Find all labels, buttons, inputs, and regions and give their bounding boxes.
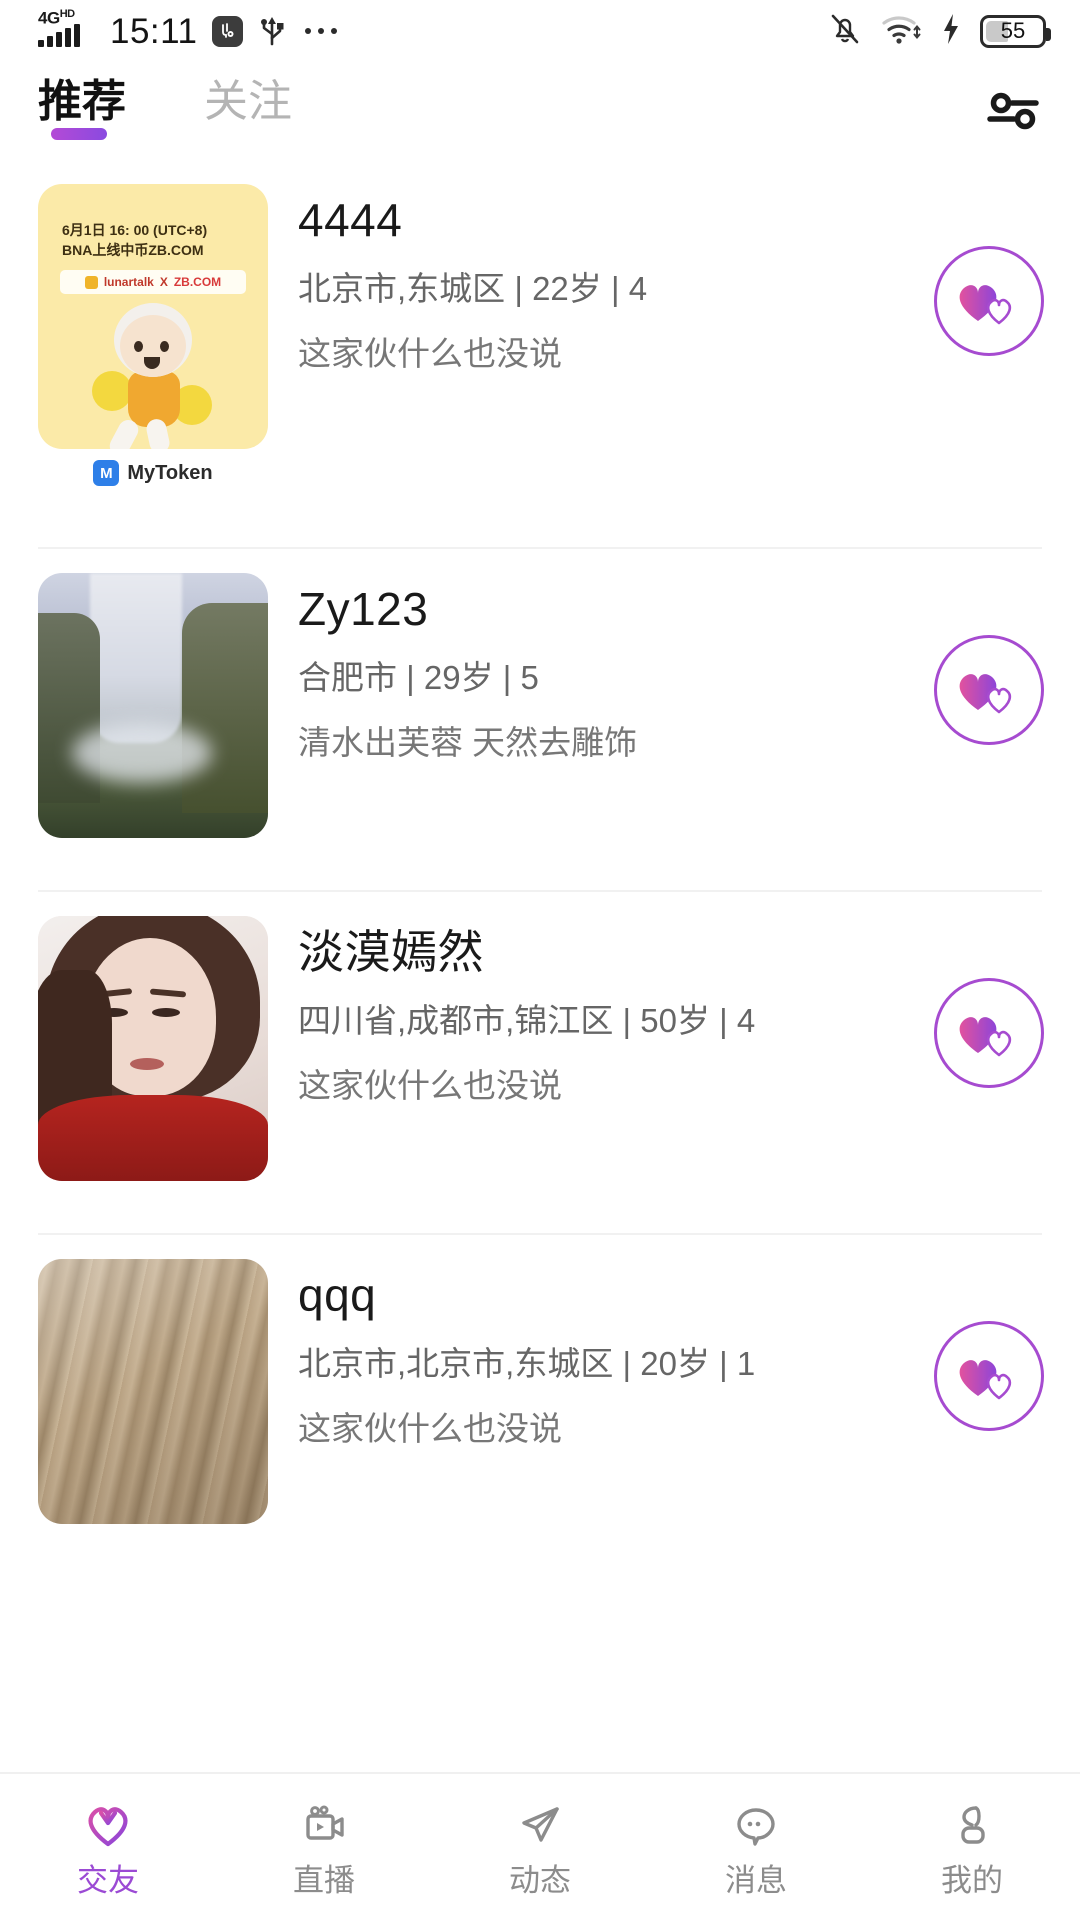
bell-muted-icon [827, 10, 863, 53]
filter-sliders-icon[interactable] [980, 82, 1046, 138]
user-signature: 这家伙什么也没说 [298, 1067, 562, 1105]
status-bar: 4GHD 15:11 55 [0, 0, 1080, 62]
person-icon [944, 1799, 1000, 1851]
mascot-illustration [92, 315, 212, 449]
page-header: 推荐 关注 [0, 62, 1080, 158]
chat-bubble-icon [728, 1799, 784, 1851]
tab-bar: 推荐 关注 [38, 80, 980, 140]
double-heart-icon [959, 285, 1012, 325]
heart-icon [80, 1799, 136, 1851]
double-heart-icon [959, 674, 1012, 714]
wifi-icon [880, 11, 922, 52]
nav-item-messages-label: 消息 [725, 1862, 787, 1898]
status-bar-left: 4GHD 15:11 [38, 8, 337, 51]
avatar[interactable] [38, 1259, 268, 1524]
avatar-image-wood [38, 1259, 268, 1524]
app-root: 4GHD 15:11 55 推荐 关注 6月1日 16: 00 (UTC+8) … [0, 0, 1080, 1920]
tab-recommend-label: 推荐 [38, 77, 126, 126]
avatar-image-waterfall [38, 573, 268, 838]
user-meta: 北京市,北京市,东城区 | 20岁 | 1 [298, 1344, 756, 1382]
tab-following[interactable]: 关注 [204, 80, 292, 140]
battery-level-label: 55 [1000, 18, 1026, 43]
battery-icon: 55 [980, 14, 1051, 48]
list-item[interactable]: 6月1日 16: 00 (UTC+8) BNA上线中币ZB.COM lunart… [0, 158, 1080, 486]
avatar-image-promo: 6月1日 16: 00 (UTC+8) BNA上线中币ZB.COM lunart… [38, 184, 268, 449]
nav-item-moments-label: 动态 [509, 1862, 571, 1898]
list-item-body: qqq 北京市,北京市,东城区 | 20岁 | 1 这家伙什么也没说 [268, 1259, 934, 1449]
list-item[interactable]: 淡漠嫣然 四川省,成都市,锦江区 | 50岁 | 4 这家伙什么也没说 [0, 890, 1080, 1207]
nav-item-moments[interactable]: 动态 [432, 1799, 648, 1896]
user-signature: 这家伙什么也没说 [298, 335, 562, 373]
double-heart-icon [959, 1017, 1012, 1057]
video-camera-icon [296, 1799, 352, 1851]
tab-active-indicator [51, 128, 107, 140]
list-item-body: 4444 北京市,东城区 | 22岁 | 4 这家伙什么也没说 [268, 184, 934, 374]
promo-watermark: M MyToken [38, 455, 268, 491]
user-meta: 合肥市 | 29岁 | 5 [298, 658, 539, 696]
mytoken-label: MyToken [127, 461, 213, 484]
signal-bars-icon: 4GHD [38, 8, 96, 51]
status-bar-right: 55 [827, 10, 1051, 53]
nav-item-friends-label: 交友 [77, 1862, 139, 1898]
nav-item-friends[interactable]: 交友 [0, 1799, 216, 1896]
avatar-image-portrait [38, 916, 268, 1181]
promo-chip-right: ZB.COM [173, 275, 222, 289]
promo-line-1: 6月1日 16: 00 (UTC+8) [62, 222, 208, 238]
list-item-body: 淡漠嫣然 四川省,成都市,锦江区 | 50岁 | 4 这家伙什么也没说 [268, 916, 934, 1106]
nav-item-live[interactable]: 直播 [216, 1799, 432, 1896]
nickname: 4444 [298, 194, 403, 246]
like-button[interactable] [934, 635, 1044, 745]
user-meta: 四川省,成都市,锦江区 | 50岁 | 4 [298, 1001, 756, 1039]
charging-bolt-icon [939, 11, 963, 52]
user-signature: 这家伙什么也没说 [298, 1410, 562, 1448]
nav-item-profile-label: 我的 [941, 1862, 1003, 1898]
user-list: 6月1日 16: 00 (UTC+8) BNA上线中币ZB.COM lunart… [0, 158, 1080, 1550]
more-dots-icon [304, 28, 337, 34]
avatar[interactable]: 6月1日 16: 00 (UTC+8) BNA上线中币ZB.COM lunart… [38, 184, 268, 449]
avatar[interactable] [38, 916, 268, 1181]
promo-chip-mid: X [159, 275, 168, 289]
bottom-navigation: 交友 直播 动态 消息 我的 [0, 1772, 1080, 1920]
tab-following-label: 关注 [204, 77, 292, 126]
list-item-body: Zy123 合肥市 | 29岁 | 5 清水出芙蓉 天然去雕饰 [268, 573, 934, 763]
tab-recommend[interactable]: 推荐 [38, 80, 126, 140]
list-item[interactable]: qqq 北京市,北京市,东城区 | 20岁 | 1 这家伙什么也没说 [0, 1233, 1080, 1550]
like-button[interactable] [934, 246, 1044, 356]
list-item[interactable]: Zy123 合肥市 | 29岁 | 5 清水出芙蓉 天然去雕饰 [0, 547, 1080, 864]
user-meta: 北京市,东城区 | 22岁 | 4 [298, 269, 648, 307]
nav-item-messages[interactable]: 消息 [648, 1799, 864, 1896]
user-signature: 清水出芙蓉 天然去雕饰 [298, 724, 638, 762]
network-suffix-label: HD [59, 8, 75, 20]
promo-chip-left: lunartalk [103, 275, 154, 289]
nav-item-live-label: 直播 [293, 1862, 355, 1898]
nav-item-profile[interactable]: 我的 [864, 1799, 1080, 1896]
promo-line-2: BNA上线中币ZB.COM [62, 242, 204, 259]
sim-badge-icon [211, 15, 243, 47]
mytoken-mark-icon: M [93, 460, 120, 486]
nickname: Zy123 [298, 583, 429, 635]
double-heart-icon [959, 1360, 1012, 1400]
like-button[interactable] [934, 978, 1044, 1088]
status-bar-clock: 15:11 [110, 11, 198, 51]
avatar[interactable] [38, 573, 268, 838]
nickname: 淡漠嫣然 [298, 926, 484, 978]
like-button[interactable] [934, 1321, 1044, 1431]
paper-plane-icon [512, 1799, 568, 1851]
nickname: qqq [298, 1269, 377, 1321]
usb-icon [257, 12, 287, 51]
